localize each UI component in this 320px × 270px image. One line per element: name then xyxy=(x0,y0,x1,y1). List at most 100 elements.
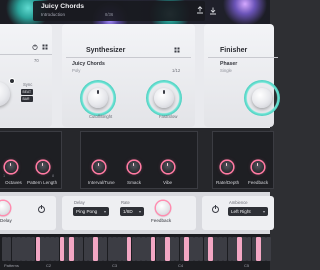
synth-counter: 1/12 xyxy=(172,68,181,73)
feedback-knob[interactable] xyxy=(252,161,264,173)
step[interactable] xyxy=(266,237,271,261)
grid-icon[interactable] xyxy=(42,44,48,50)
preset-selector[interactable]: Juicy Chords Introduction 8/36 xyxy=(33,1,216,21)
step[interactable] xyxy=(242,237,247,261)
rate-depth-knob[interactable] xyxy=(221,161,233,173)
step[interactable] xyxy=(213,237,218,261)
sync-label: Sync xyxy=(23,82,33,87)
octaves-min: 1 xyxy=(3,174,6,178)
step[interactable] xyxy=(6,237,12,261)
smack-label: Smack xyxy=(127,180,142,185)
delay-rate-value: 1/8D xyxy=(123,209,133,214)
step[interactable] xyxy=(102,237,108,261)
divider xyxy=(0,54,52,55)
delay-mode-value: Ping Pong xyxy=(76,209,98,214)
finisher-preset[interactable]: Phaser xyxy=(220,61,237,67)
chevron-down-icon: ▾ xyxy=(138,208,141,214)
synth-voice-mode: Poly xyxy=(72,68,81,73)
finisher-mode: Single xyxy=(220,68,232,73)
top-bar: Juicy Chords Introduction 8/36 xyxy=(0,0,270,24)
finisher-panel: Finisher Phaser Single xyxy=(204,24,280,127)
step[interactable] xyxy=(189,237,194,261)
delay-mode-label: Delay xyxy=(74,200,85,205)
delay-rate-dropdown[interactable]: 1/8D ▾ xyxy=(120,207,144,216)
rate-knob[interactable] xyxy=(0,82,10,106)
synth-title: Synthesizer xyxy=(86,47,126,54)
step[interactable] xyxy=(117,237,122,261)
step[interactable] xyxy=(146,237,151,261)
delay-feedback-knob[interactable] xyxy=(156,201,170,215)
active-step[interactable] xyxy=(126,237,132,261)
active-step[interactable] xyxy=(93,237,98,261)
vibe-knob[interactable] xyxy=(162,161,174,173)
step[interactable] xyxy=(98,237,103,261)
ruler-c2: C2 xyxy=(46,263,52,268)
rate-depth-label: Rate/Depth xyxy=(216,180,240,185)
step[interactable] xyxy=(246,237,252,261)
step[interactable] xyxy=(261,237,266,261)
ruler-c3: C3 xyxy=(112,263,118,268)
ambience-value: Left Right xyxy=(231,209,251,214)
step[interactable] xyxy=(198,237,204,261)
active-step[interactable] xyxy=(150,237,156,261)
speed-label: Fast/Slow xyxy=(159,114,178,119)
download-icon[interactable] xyxy=(209,7,217,15)
active-step[interactable] xyxy=(165,237,170,261)
step[interactable] xyxy=(218,237,223,261)
link-toggle[interactable] xyxy=(9,78,15,84)
step[interactable] xyxy=(30,237,36,261)
step[interactable] xyxy=(74,237,79,261)
step[interactable] xyxy=(78,237,84,261)
delay-mode-dropdown[interactable]: Ping Pong ▾ xyxy=(73,207,109,216)
octaves-knob[interactable] xyxy=(5,161,17,173)
power-icon[interactable] xyxy=(32,44,38,50)
interval-tune-knob[interactable] xyxy=(93,161,105,173)
patterns-label: Patterns xyxy=(4,263,19,268)
finisher-title: Finisher xyxy=(220,47,248,54)
smack-knob[interactable] xyxy=(128,161,140,173)
chevron-down-icon: ▾ xyxy=(262,208,265,214)
divider xyxy=(208,57,278,58)
preset-category: Introduction xyxy=(41,12,66,17)
sync-beat-chip[interactable]: BEAT xyxy=(21,89,33,95)
active-step[interactable] xyxy=(69,237,74,261)
synthesizer-panel: Synthesizer Juicy Chords Poly 1/12 Cutof… xyxy=(62,24,195,127)
pattern-length-knob[interactable] xyxy=(37,161,49,173)
step[interactable] xyxy=(45,237,50,261)
step[interactable] xyxy=(194,237,199,261)
divider xyxy=(66,57,191,58)
chevron-down-icon: ▾ xyxy=(103,208,106,214)
finisher-knob[interactable] xyxy=(252,88,272,108)
arpeggiator-panel: 70 Sync BEAT BAR xyxy=(0,24,52,127)
vibe-label: Vibe xyxy=(163,180,173,185)
step[interactable] xyxy=(21,237,26,261)
step[interactable] xyxy=(174,237,180,261)
step[interactable] xyxy=(54,237,60,261)
synth-preset[interactable]: Juicy Chords xyxy=(72,61,105,67)
save-icon[interactable] xyxy=(196,6,204,14)
ambience-dropdown[interactable]: Left Right ▾ xyxy=(228,207,268,216)
delay-power-icon[interactable] xyxy=(38,205,45,213)
active-step[interactable] xyxy=(237,237,242,261)
step[interactable] xyxy=(122,237,127,261)
sync-bar-chip[interactable]: BAR xyxy=(21,96,33,102)
step[interactable] xyxy=(2,237,7,261)
step[interactable] xyxy=(222,237,228,261)
step[interactable] xyxy=(26,237,31,261)
left-fx-label: Delay xyxy=(0,218,12,223)
preset-name: Juicy Chords xyxy=(41,3,85,10)
step[interactable] xyxy=(50,237,55,261)
step[interactable] xyxy=(170,237,175,261)
ambience-label: Ambience xyxy=(229,200,248,205)
grid-icon[interactable] xyxy=(174,47,180,53)
pattern-length-max: 8 xyxy=(52,174,55,178)
step[interactable] xyxy=(141,237,146,261)
cutoff-label: Cutoff/Bright xyxy=(89,114,113,119)
ambience-power-icon[interactable] xyxy=(212,205,219,213)
pattern-length-label: Pattern Length xyxy=(27,180,58,185)
knob-indicator xyxy=(163,90,165,94)
left-fx-card xyxy=(0,196,56,230)
delay-rate-label: Rate xyxy=(121,200,130,205)
step-value: 70 xyxy=(34,58,39,63)
octaves-label: Octaves xyxy=(5,180,22,185)
